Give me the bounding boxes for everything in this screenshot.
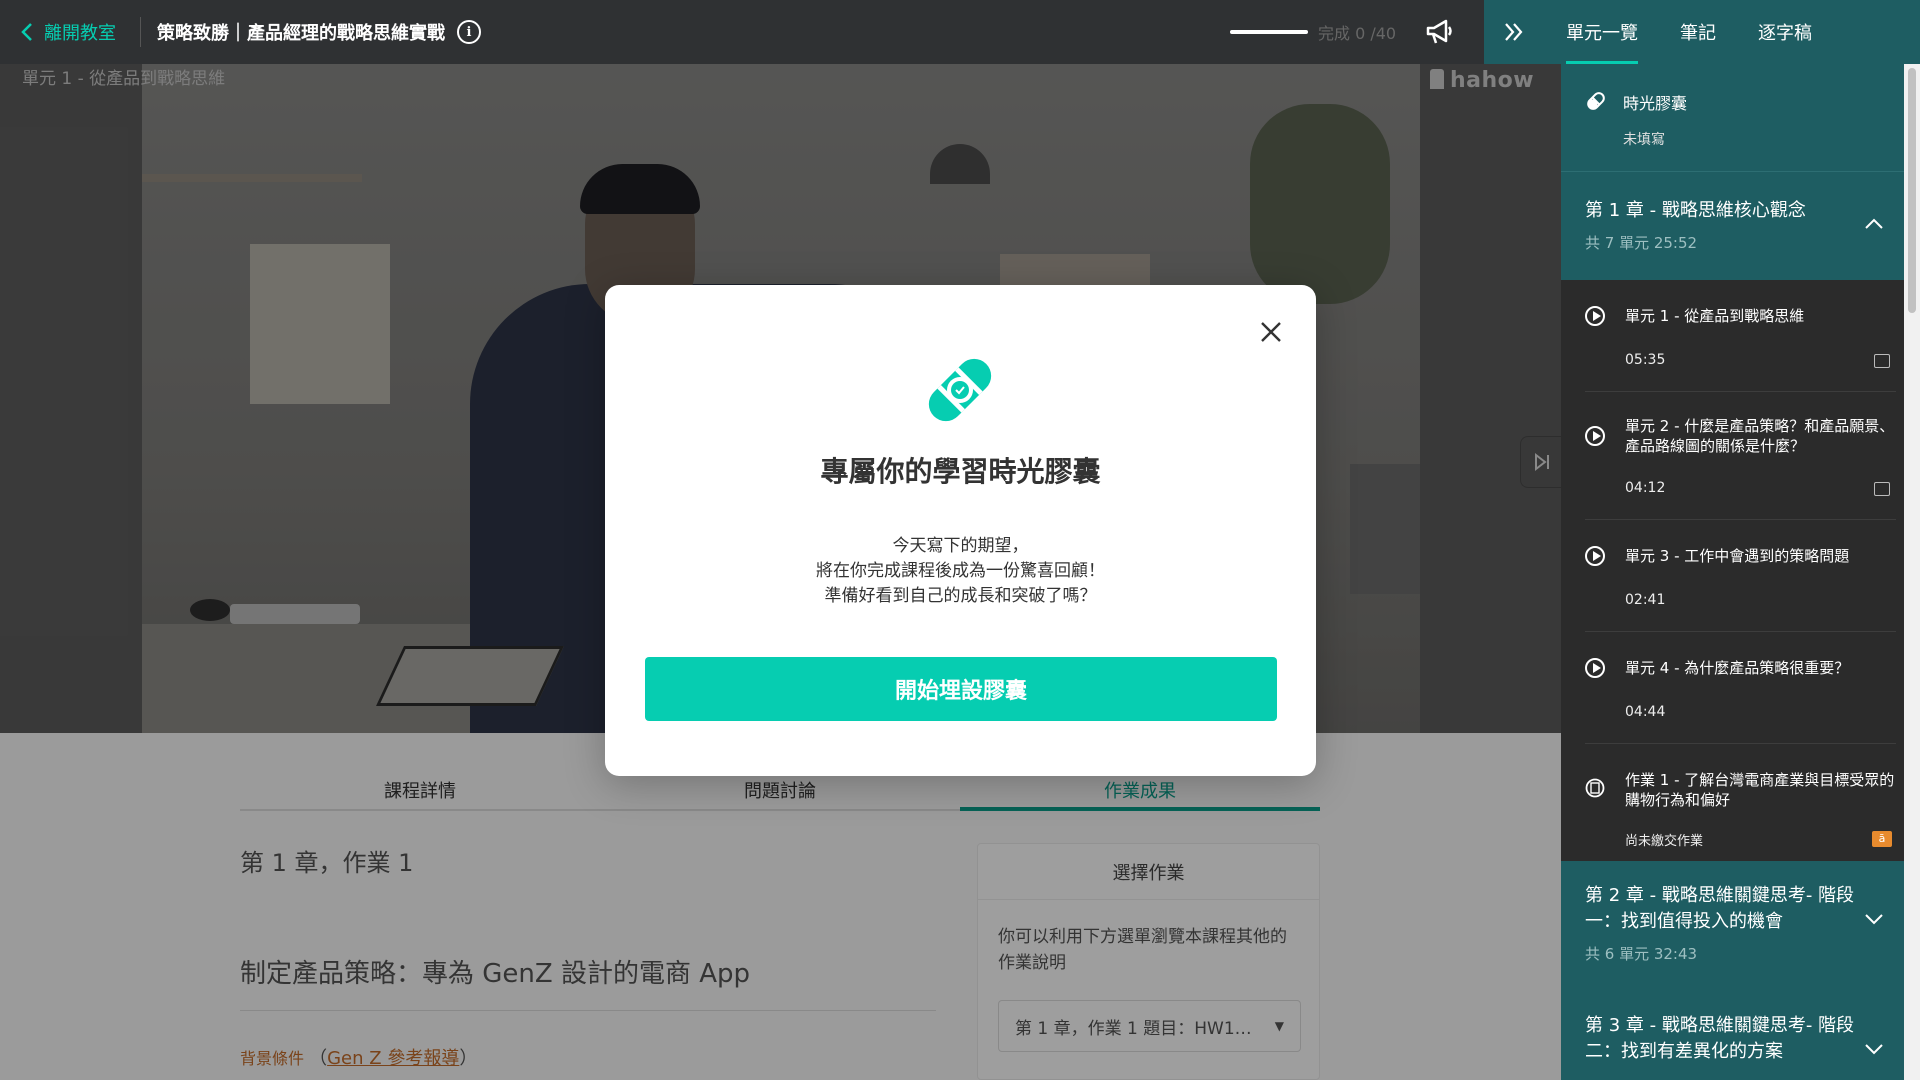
chapter-meta: 共 6 單元 32:43 [1585, 945, 1698, 963]
unit-duration: 04:44 [1625, 704, 1666, 720]
play-icon [1585, 426, 1605, 446]
top-bar-left: 離開教室 策略致勝｜產品經理的戰略思維實戰 i 完成 0 /40 [0, 0, 1484, 64]
modal-line-1: 今天寫下的期望， [892, 536, 1029, 556]
modal-line-2: 將在你完成課程後成為一份驚喜回顧！ [816, 561, 1105, 581]
unit-duration: 02:41 [1625, 592, 1666, 608]
tab-unit-list[interactable]: 單元一覽 [1566, 0, 1638, 64]
unit-item[interactable]: 單元 3 - 工作中會遇到的策略問題 02:41 [1585, 520, 1896, 632]
tab-notes[interactable]: 筆記 [1680, 0, 1716, 64]
play-icon [1585, 658, 1605, 678]
divider [140, 17, 141, 47]
course-title: 策略致勝｜產品經理的戰略思維實戰 [157, 23, 445, 44]
unit-title: 單元 3 - 工作中會遇到的策略問題 [1625, 547, 1850, 565]
close-icon[interactable] [1258, 319, 1284, 345]
leave-classroom-label: 離開教室 [44, 23, 116, 44]
chevron-up-icon [1865, 218, 1883, 229]
sidebar: 時光膠囊 未填寫 第 1 章 - 戰略思維核心觀念 共 7 單元 25:52 單… [1561, 64, 1920, 1080]
sidebar-tabs-bar: 單元一覽 筆記 逐字稿 [1484, 0, 1920, 64]
unit-title: 作業 1 - 了解台灣電商產業與目標受眾的購物行為和偏好 [1625, 771, 1895, 809]
chapter-2[interactable]: 第 2 章 - 戰略思維關鍵思考- 階段一：找到值得投入的機會 共 6 單元 3… [1561, 861, 1920, 991]
start-capsule-button[interactable]: 開始埋設膠囊 [645, 657, 1277, 721]
leave-classroom-button[interactable]: 離開教室 [20, 19, 116, 45]
capsule-icon [1587, 92, 1605, 110]
play-icon [1585, 306, 1605, 326]
unit-item[interactable]: 單元 2 - 什麼是產品策略？和產品願景、產品路線圖的關係是什麼？ 04:12 [1585, 392, 1896, 520]
double-chevron-right-icon[interactable] [1502, 20, 1526, 44]
chevron-down-icon [1865, 914, 1883, 925]
chapter-title: 第 1 章 - 戰略思維核心觀念 [1585, 200, 1806, 221]
assignment-icon [1585, 778, 1605, 798]
capsule-icon [928, 358, 992, 422]
status-badge: ā [1872, 831, 1892, 847]
assignment-item[interactable]: 作業 1 - 了解台灣電商產業與目標受眾的購物行為和偏好 尚未繳交作業 ā [1585, 744, 1896, 861]
tab-transcript[interactable]: 逐字稿 [1758, 0, 1812, 64]
time-capsule-modal: 專屬你的學習時光膠囊 今天寫下的期望， 將在你完成課程後成為一份驚喜回顧！ 準備… [605, 285, 1316, 776]
capsule-status: 未填寫 [1623, 132, 1665, 148]
time-capsule-item[interactable]: 時光膠囊 未填寫 [1561, 64, 1920, 172]
chapter-3[interactable]: 第 3 章 - 戰略思維關鍵思考- 階段二：找到有差異化的方案 [1561, 991, 1920, 1071]
unit-title: 單元 2 - 什麼是產品策略？和產品願景、產品路線圖的關係是什麼？ [1625, 417, 1895, 455]
comment-icon [1874, 354, 1890, 368]
unit-title: 單元 4 - 為什麼產品策略很重要？ [1625, 659, 1850, 677]
chapter-meta: 共 7 單元 25:52 [1585, 234, 1698, 252]
progress-bar [1230, 30, 1308, 34]
modal-text: 今天寫下的期望， 將在你完成課程後成為一份驚喜回顧！ 準備好看到自己的成長和突破… [605, 534, 1316, 609]
chapter-title: 第 3 章 - 戰略思維關鍵思考- 階段二：找到有差異化的方案 [1585, 1015, 1855, 1062]
modal-line-3: 準備好看到自己的成長和突破了嗎？ [824, 586, 1097, 606]
chevron-down-icon [1865, 1044, 1883, 1055]
megaphone-icon[interactable] [1424, 18, 1454, 46]
top-bar: 離開教室 策略致勝｜產品經理的戰略思維實戰 i 完成 0 /40 單元一覽 筆記… [0, 0, 1920, 64]
unit-title: 單元 1 - 從產品到戰略思維 [1625, 307, 1805, 325]
unit-list: 單元 1 - 從產品到戰略思維 05:35 單元 2 - 什麼是產品策略？和產品… [1561, 280, 1920, 861]
unit-item[interactable]: 單元 1 - 從產品到戰略思維 05:35 [1585, 280, 1896, 392]
modal-title: 專屬你的學習時光膠囊 [820, 455, 1101, 488]
sidebar-scrollbar-thumb[interactable] [1908, 68, 1916, 313]
chapter-title: 第 2 章 - 戰略思維關鍵思考- 階段一：找到值得投入的機會 [1585, 885, 1855, 932]
unit-item[interactable]: 單元 4 - 為什麼產品策略很重要？ 04:44 [1585, 632, 1896, 744]
capsule-title: 時光膠囊 [1623, 94, 1688, 113]
comment-icon [1874, 482, 1890, 496]
unit-duration: 05:35 [1625, 352, 1666, 368]
chevron-left-icon [21, 23, 32, 41]
assignment-status: 尚未繳交作業 [1625, 834, 1704, 849]
play-icon [1585, 546, 1605, 566]
info-icon[interactable]: i [457, 20, 481, 44]
progress-text: 完成 0 /40 [1318, 24, 1397, 43]
unit-duration: 04:12 [1625, 480, 1666, 496]
chapter-1[interactable]: 第 1 章 - 戰略思維核心觀念 共 7 單元 25:52 [1561, 172, 1920, 280]
